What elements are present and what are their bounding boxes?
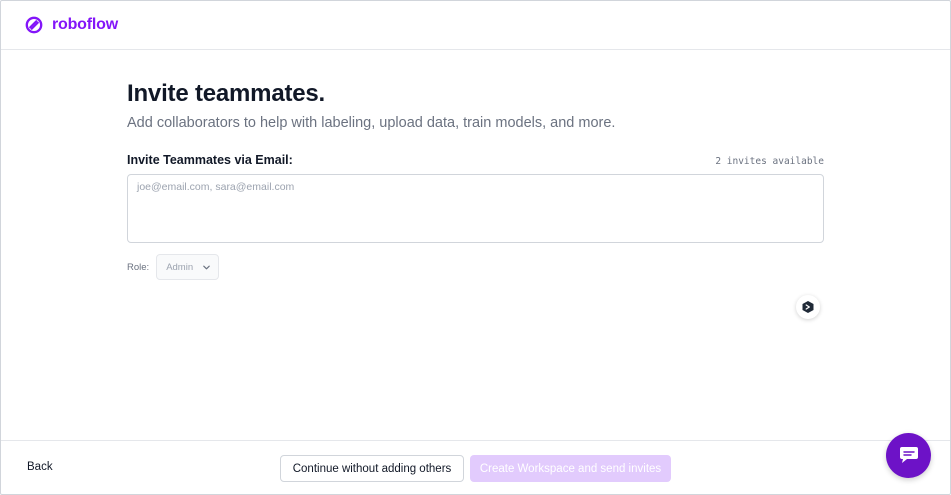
chat-launcher-button[interactable]: [886, 433, 931, 478]
help-widget-icon: [802, 301, 814, 313]
footer-bar: Back Continue without adding others Crea…: [1, 440, 950, 495]
continue-without-others-button[interactable]: Continue without adding others: [280, 455, 464, 482]
email-field-label: Invite Teammates via Email:: [127, 153, 293, 167]
page-subtitle: Add collaborators to help with labeling,…: [127, 115, 616, 131]
role-select[interactable]: Admin: [156, 254, 220, 280]
role-select-value: Admin: [166, 261, 194, 273]
brand-name: roboflow: [52, 16, 118, 33]
help-widget-button[interactable]: [796, 295, 820, 319]
role-label: Role:: [127, 261, 150, 273]
invite-section: Invite teammates. Add collaborators to h…: [127, 79, 824, 280]
page-title: Invite teammates.: [127, 80, 326, 107]
invites-available-count: 2 invites available: [715, 156, 824, 167]
chevron-down-icon: [203, 265, 210, 269]
app-window: roboflow Invite teammates. Add collabora…: [0, 0, 951, 495]
top-bar: roboflow: [1, 1, 950, 50]
roboflow-logo-icon: [25, 16, 43, 34]
chat-bubble-icon: [899, 446, 918, 463]
email-input[interactable]: [127, 174, 824, 243]
email-field-header: Invite Teammates via Email: 2 invites av…: [127, 153, 824, 167]
back-link[interactable]: Back: [27, 461, 53, 473]
brand-logo[interactable]: roboflow: [25, 16, 118, 34]
create-workspace-button[interactable]: Create Workspace and send invites: [470, 455, 671, 482]
role-row: Role: Admin: [127, 254, 824, 280]
